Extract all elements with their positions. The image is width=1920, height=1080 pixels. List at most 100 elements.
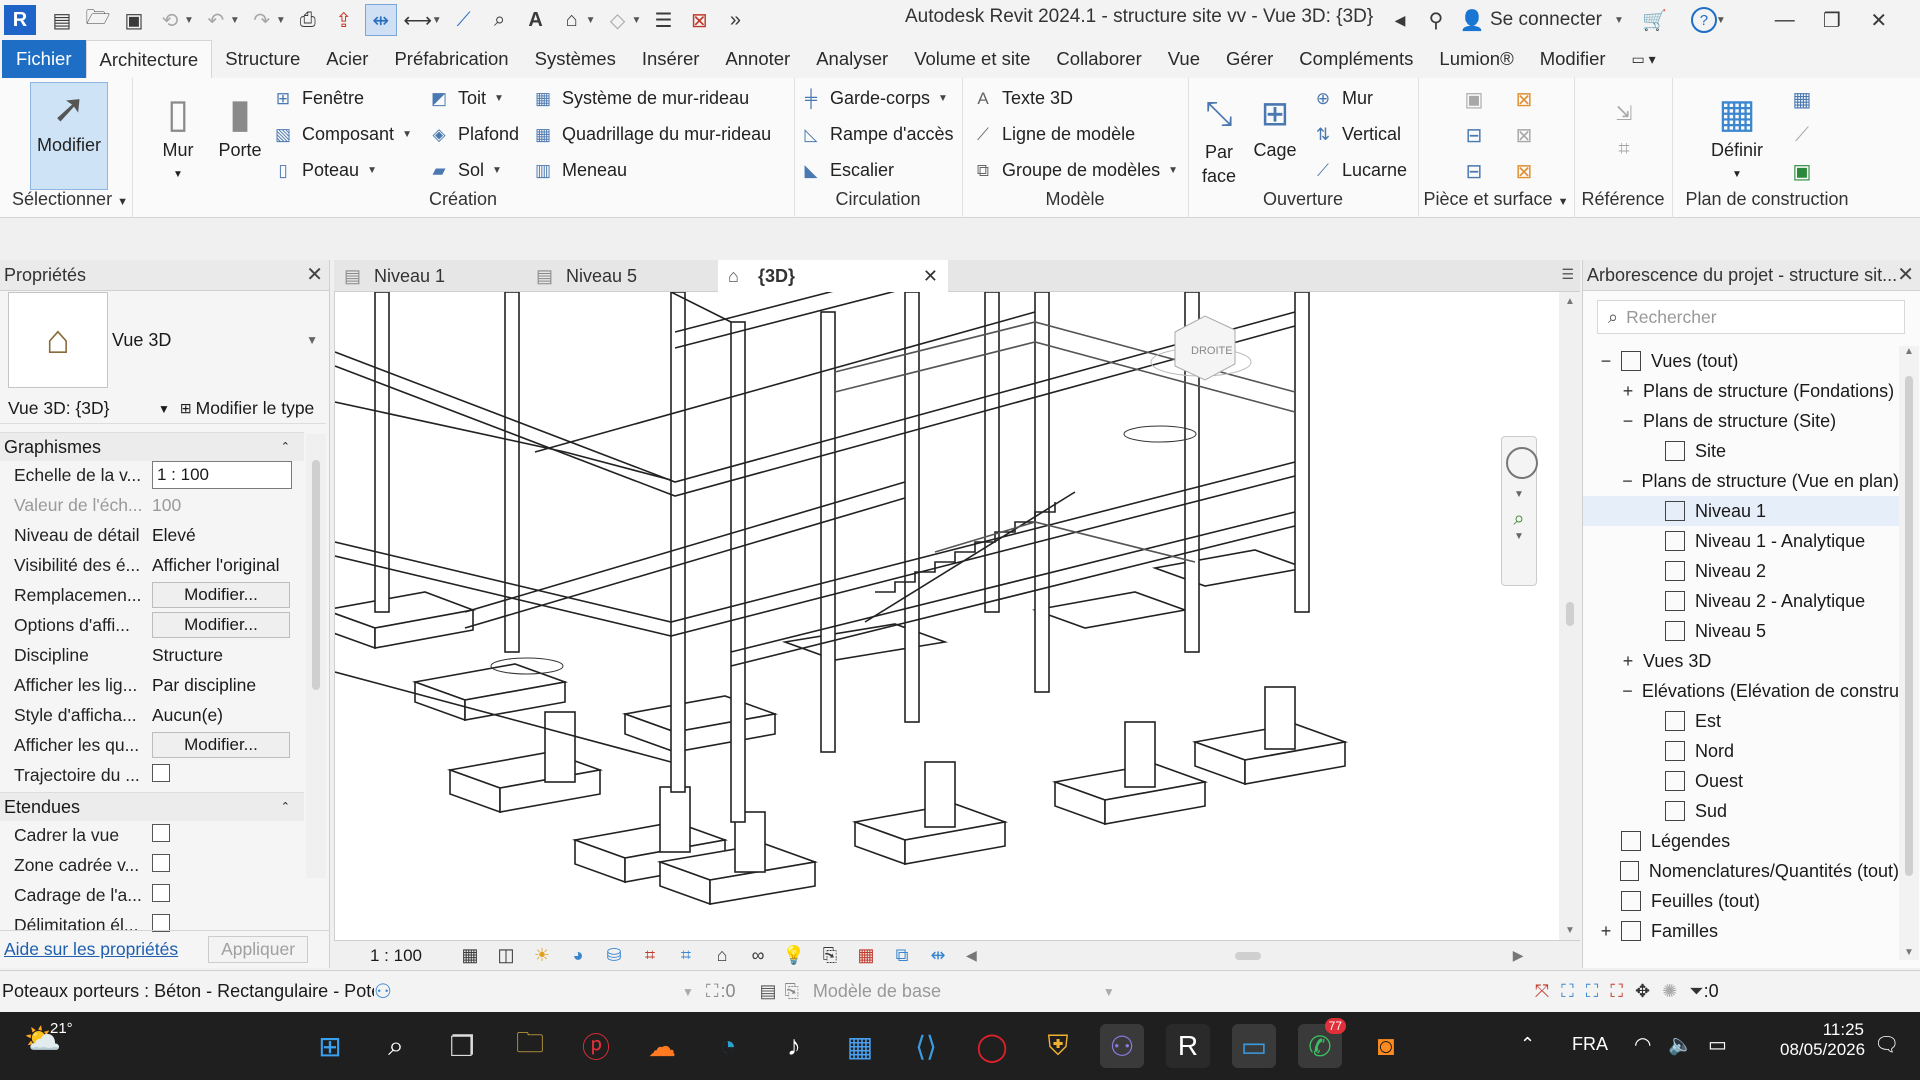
minimize-icon[interactable]: — bbox=[1770, 5, 1800, 35]
app-window-icon[interactable]: ▭ bbox=[1232, 1024, 1276, 1068]
browser-tree-item[interactable]: +Groupes bbox=[1583, 946, 1899, 950]
zoom-icon[interactable]: ⌕ bbox=[1502, 508, 1536, 531]
property-value[interactable]: 100 bbox=[152, 495, 181, 515]
tabs-menu-icon[interactable]: ☰ bbox=[1561, 266, 1574, 283]
tab-insert[interactable]: Insérer bbox=[629, 40, 713, 78]
window-button[interactable]: ⊞ Fenêtre bbox=[272, 88, 364, 109]
by-face-button[interactable]: ⤡ Par face bbox=[1192, 88, 1246, 188]
soundcloud-icon[interactable]: ☁ bbox=[640, 1024, 684, 1068]
properties-scrollbar[interactable] bbox=[306, 434, 326, 878]
lock-3d-icon[interactable]: ⌂ bbox=[707, 941, 737, 971]
windows-start-icon[interactable]: ⊞ bbox=[308, 1024, 352, 1068]
view-scale[interactable]: 1 : 100 bbox=[370, 946, 452, 966]
home-icon[interactable]: ▤ bbox=[47, 5, 77, 35]
model-text-button[interactable]: A Texte 3D bbox=[972, 88, 1073, 109]
instance-dropdown-icon[interactable]: ▼ bbox=[158, 402, 170, 416]
scroll-right-icon[interactable]: ▶ bbox=[1513, 947, 1524, 964]
file-explorer-icon[interactable]: 🗀 bbox=[508, 1024, 552, 1068]
tab-collaborate[interactable]: Collaborer bbox=[1043, 40, 1154, 78]
floor-button[interactable]: ▰ Sol ▼ bbox=[428, 160, 501, 181]
browser-tree-item[interactable]: Ouest bbox=[1583, 766, 1899, 796]
vertical-opening-button[interactable]: ⇅ Vertical bbox=[1312, 124, 1401, 145]
default-3d-view-icon[interactable]: ⌂ bbox=[557, 5, 587, 35]
user-icon[interactable]: 👤 bbox=[1457, 5, 1487, 35]
ramp-button[interactable]: ◺ Rampe d'accès bbox=[800, 124, 953, 145]
wifi-icon[interactable]: ◠ bbox=[1634, 1032, 1651, 1057]
worksharing-icon[interactable]: ⎘ bbox=[815, 941, 845, 971]
sign-in-link[interactable]: Se connecter bbox=[1490, 9, 1602, 31]
curtain-system-button[interactable]: ▦ Système de mur-rideau bbox=[532, 88, 749, 109]
browser-tree-item[interactable]: + Vues 3D bbox=[1583, 646, 1899, 676]
select-links-icon[interactable]: ⤧ bbox=[1535, 981, 1549, 1002]
revit-taskbar-icon[interactable]: R bbox=[1166, 1024, 1210, 1068]
tab-file[interactable]: Fichier bbox=[2, 40, 86, 78]
measure-icon[interactable]: ⇹ bbox=[364, 4, 397, 36]
browser-tree-item[interactable]: Niveau 1 bbox=[1583, 496, 1899, 526]
temp-hide-icon[interactable]: ∞ bbox=[743, 941, 773, 971]
tag-area-icon[interactable]: ⊠ bbox=[1509, 156, 1539, 186]
expand-icon[interactable]: + bbox=[1619, 381, 1637, 402]
volume-icon[interactable]: 🔈 bbox=[1668, 1032, 1693, 1057]
tab-systems[interactable]: Systèmes bbox=[522, 40, 629, 78]
tag-room-icon[interactable]: ⊟ bbox=[1459, 156, 1489, 186]
collapse-icon[interactable]: − bbox=[1619, 471, 1636, 492]
filter-icon[interactable]: ⏷ bbox=[1689, 981, 1703, 1002]
edge-icon[interactable]: ◔ bbox=[706, 1024, 750, 1068]
dimension-icon[interactable]: ⟷ bbox=[403, 5, 433, 35]
select-by-face-icon[interactable]: ⛶ bbox=[1610, 981, 1623, 1002]
browser-scrollbar[interactable]: ▲ ▼ bbox=[1899, 346, 1919, 960]
browser-tree-item[interactable]: Sud bbox=[1583, 796, 1899, 826]
ref-plane-icon[interactable]: ⟋ bbox=[1787, 120, 1817, 150]
save-icon[interactable]: ▣ bbox=[119, 5, 149, 35]
revit-app-icon[interactable]: R bbox=[4, 5, 36, 35]
sign-in-dropdown-icon[interactable]: ▼ bbox=[1614, 15, 1624, 26]
tab-analyze[interactable]: Analyser bbox=[803, 40, 901, 78]
room-separator-icon[interactable]: ⊟ bbox=[1459, 120, 1489, 150]
properties-help-link[interactable]: Aide sur les propriétés bbox=[4, 939, 178, 960]
property-edit-button[interactable]: Modifier... bbox=[152, 582, 290, 608]
level-icon[interactable]: ⇲ bbox=[1609, 98, 1639, 128]
tab-view-3d[interactable]: ⌂ {3D} ✕ bbox=[718, 260, 948, 292]
tab-addins[interactable]: Compléments bbox=[1286, 40, 1426, 78]
visual-style-icon[interactable]: ◫ bbox=[491, 941, 521, 971]
model-line-button[interactable]: ⟋ Ligne de modèle bbox=[972, 124, 1135, 145]
property-checkbox[interactable] bbox=[152, 823, 170, 842]
define-workplane-button[interactable]: ▦ Définir ▼ bbox=[1702, 88, 1772, 182]
property-checkbox[interactable] bbox=[152, 853, 170, 872]
teams-icon[interactable]: ⚇ bbox=[1100, 1024, 1144, 1068]
browser-tree-item[interactable]: − Elévations (Elévation de constru bbox=[1583, 676, 1899, 706]
export-icon[interactable]: ⇪ bbox=[329, 5, 359, 35]
browser-tree-item[interactable]: Niveau 2 - Analytique bbox=[1583, 586, 1899, 616]
close-window-icon[interactable]: ✕ bbox=[1864, 5, 1894, 35]
design-options-icon[interactable]: ▤ bbox=[759, 981, 776, 1002]
dormer-button[interactable]: ⟋ Lucarne bbox=[1312, 160, 1407, 181]
background-process-icon[interactable]: ✺ bbox=[1662, 981, 1677, 1002]
panel-label-select[interactable]: Sélectionner ▼ bbox=[0, 189, 132, 210]
browser-tree-item[interactable]: Niveau 2 bbox=[1583, 556, 1899, 586]
workset-dropdown-icon[interactable]: ▼ bbox=[682, 985, 694, 999]
property-edit-button[interactable]: Modifier... bbox=[152, 732, 290, 758]
browser-tree-item[interactable]: + Familles bbox=[1583, 916, 1899, 946]
wall-button[interactable]: ▯ Mur ▼ bbox=[148, 88, 208, 182]
tab-annotate[interactable]: Annoter bbox=[712, 40, 803, 78]
section-extents[interactable]: Etendues ⌃ bbox=[0, 792, 304, 821]
viewport-scrollbar-horizontal[interactable] bbox=[985, 949, 1505, 963]
select-pinned-icon[interactable]: ⛶ bbox=[1586, 981, 1599, 1002]
area-icon[interactable]: ⊠ bbox=[1509, 84, 1539, 114]
ceiling-button[interactable]: ◈ Plafond bbox=[428, 124, 519, 145]
binoculars-icon[interactable]: ⚲ bbox=[1421, 5, 1451, 35]
editing-requests-icon[interactable]: ⛶ bbox=[706, 981, 719, 1002]
close-properties-icon[interactable]: ✕ bbox=[306, 262, 323, 287]
restore-icon[interactable]: ❐ bbox=[1817, 5, 1847, 35]
sync-icon[interactable]: ⟲ bbox=[155, 5, 185, 35]
undo-icon[interactable]: ↶ bbox=[201, 5, 231, 35]
pinterest-icon[interactable]: ⓟ bbox=[574, 1024, 618, 1068]
thin-lines-icon[interactable]: ☰ bbox=[648, 5, 678, 35]
redo-icon[interactable]: ↷ bbox=[247, 5, 277, 35]
close-hidden-views-icon[interactable]: ⊠ bbox=[684, 5, 714, 35]
select-underlay-icon[interactable]: ⛶ bbox=[1561, 981, 1574, 1002]
open-folder-icon[interactable]: 🗁 bbox=[83, 5, 113, 35]
browser-tree-item[interactable]: Légendes bbox=[1583, 826, 1899, 856]
collapse-icon[interactable]: − bbox=[1619, 411, 1637, 432]
analytical-model-icon[interactable]: ▦ bbox=[851, 941, 881, 971]
